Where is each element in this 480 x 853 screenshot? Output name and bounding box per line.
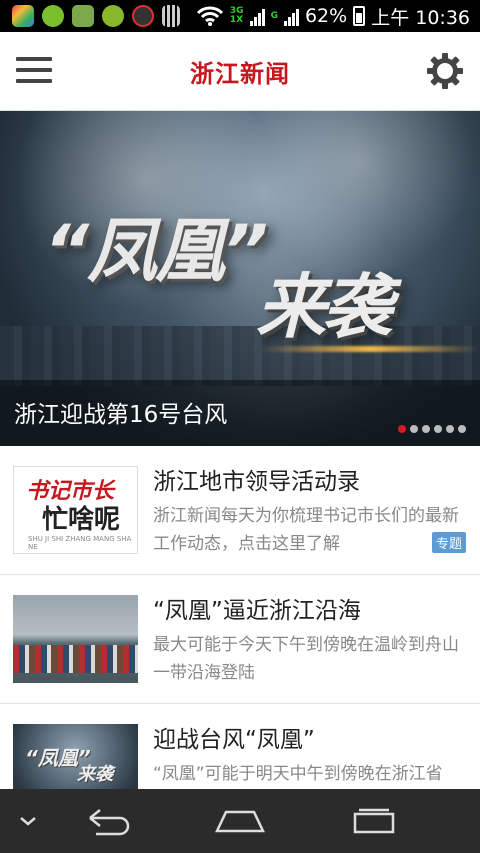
app-notification-icon [42, 5, 64, 27]
chevron-down-icon[interactable] [10, 789, 46, 853]
banner-art-text-2: 来袭 [256, 266, 392, 348]
wifi-icon [196, 6, 223, 26]
carousel-indicator [398, 425, 466, 433]
app-notification-icon [132, 5, 154, 27]
status-bar: 3G 1X G 62% 上午 10:36 [0, 0, 480, 32]
news-thumbnail: 书记市长 忙啥呢 SHU JI SHI ZHANG MANG SHA NE [13, 466, 138, 554]
notification-icons [0, 5, 180, 27]
back-icon[interactable] [78, 789, 138, 853]
battery-percent: 62% [304, 5, 348, 27]
carousel-dot [434, 425, 442, 433]
news-title: 浙江地市领导活动录 [153, 469, 360, 495]
gear-icon[interactable] [426, 52, 464, 90]
recent-apps-icon[interactable] [344, 789, 404, 853]
app-store-icon [12, 5, 34, 27]
news-item[interactable]: “凤凰”逼近浙江沿海 最大可能于今天下午到傍晚在温岭到舟山一带沿海登陆 [0, 575, 480, 704]
battery-icon [353, 6, 366, 26]
news-desc: 最大可能于今天下午到傍晚在温岭到舟山一带沿海登陆 [153, 635, 459, 683]
network-g: G [270, 10, 278, 21]
app-notification-icon [102, 5, 124, 27]
carousel-dot [398, 425, 406, 433]
news-desc: “凤凰”可能于明天中午到傍晚在浙江省 [153, 764, 443, 784]
news-thumbnail [13, 595, 138, 683]
news-list: 书记市长 忙啥呢 SHU JI SHI ZHANG MANG SHA NE 浙江… [0, 446, 480, 833]
banner-art-text: “凤凰” [44, 210, 268, 292]
carousel-dot [458, 425, 466, 433]
app-notification-icon [72, 5, 94, 27]
carousel-dot [410, 425, 418, 433]
signal-icon-2 [283, 6, 299, 26]
carousel-dot [446, 425, 454, 433]
topic-badge: 专题 [431, 532, 466, 553]
barcode-icon [162, 5, 180, 27]
news-title: “凤凰”逼近浙江沿海 [153, 598, 361, 624]
carousel-dot [422, 425, 430, 433]
clock: 上午 10:36 [371, 6, 470, 29]
app-header: 浙江新闻 [0, 32, 480, 111]
banner-caption-bar: 浙江迎战第16号台风 [0, 380, 480, 446]
signal-icon [249, 6, 265, 26]
news-item[interactable]: 书记市长 忙啥呢 SHU JI SHI ZHANG MANG SHA NE 浙江… [0, 446, 480, 575]
news-desc: 浙江新闻每天为你梳理书记市长们的最新工作动态，点击这里了解 [153, 506, 459, 554]
system-nav-bar [0, 789, 480, 853]
app-title: 浙江新闻 [190, 60, 290, 88]
news-title: 迎战台风“凤凰” [153, 727, 315, 753]
network-type: 3G 1X [229, 6, 244, 25]
headline-banner[interactable]: “凤凰” 来袭 浙江迎战第16号台风 [0, 111, 480, 446]
banner-caption: 浙江迎战第16号台风 [14, 402, 228, 428]
home-icon[interactable] [208, 789, 272, 853]
